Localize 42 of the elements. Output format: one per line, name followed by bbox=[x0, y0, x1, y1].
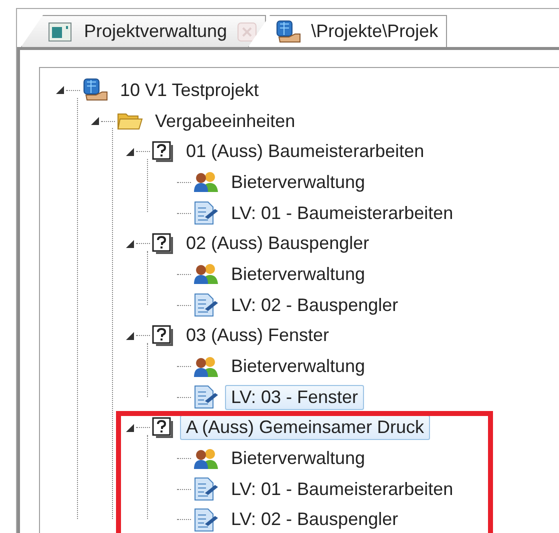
tree-item[interactable]: LV: 02 - Bauspengler bbox=[225, 292, 404, 318]
document-edit-icon bbox=[193, 385, 219, 410]
tree-item[interactable]: Bieterverwaltung bbox=[225, 262, 372, 287]
document-edit-icon bbox=[193, 201, 219, 226]
globe-hand-icon bbox=[275, 20, 302, 44]
collapse-arrow-icon[interactable] bbox=[91, 117, 99, 126]
tree-item[interactable]: A (Auss) Gemeinsamer Druck bbox=[180, 415, 430, 440]
tree-item[interactable]: 02 (Auss) Bauspengler bbox=[180, 231, 376, 256]
tab[interactable]: \Projekte\Projek bbox=[248, 15, 448, 47]
tree-item[interactable]: Bieterverwaltung bbox=[225, 446, 372, 472]
tab[interactable]: Projektverwaltung bbox=[21, 15, 266, 47]
collapse-arrow-icon[interactable] bbox=[126, 240, 134, 248]
collapse-arrow-icon[interactable] bbox=[126, 148, 134, 156]
tree-item[interactable]: LV: 01 - Baumeisterarbeiten bbox=[225, 200, 460, 226]
question-mark-icon bbox=[152, 324, 174, 347]
document-edit-icon bbox=[193, 477, 219, 502]
tree-item[interactable]: Bieterverwaltung bbox=[225, 354, 372, 380]
tree-item[interactable]: LV: 01 - Baumeisterarbeiten bbox=[225, 476, 460, 502]
document-edit-icon bbox=[193, 508, 219, 532]
tree-item[interactable]: LV: 03 - Fenster bbox=[225, 384, 364, 410]
tree-item[interactable]: Vergabeeinheiten bbox=[149, 108, 302, 134]
people-icon bbox=[193, 263, 219, 286]
document-edit-icon bbox=[193, 293, 219, 318]
tree-item[interactable]: 01 (Auss) Baumeisterarbeiten bbox=[180, 139, 430, 164]
people-icon bbox=[193, 171, 219, 194]
question-mark-icon bbox=[152, 416, 174, 439]
tab-label: \Projekte\Projek bbox=[311, 21, 438, 42]
collapse-arrow-icon[interactable] bbox=[56, 86, 64, 94]
folder-icon bbox=[117, 111, 143, 132]
tab-label: Projektverwaltung bbox=[84, 21, 228, 42]
question-mark-icon bbox=[152, 232, 174, 255]
people-icon bbox=[193, 448, 219, 470]
people-icon bbox=[193, 356, 219, 378]
tree-item[interactable]: 10 V1 Testprojekt bbox=[114, 78, 265, 103]
collapse-arrow-icon[interactable] bbox=[126, 332, 134, 340]
question-mark-icon bbox=[152, 140, 174, 163]
tree-item[interactable]: Bieterverwaltung bbox=[225, 170, 372, 195]
tree-item[interactable]: 03 (Auss) Fenster bbox=[180, 323, 336, 348]
monitor-icon bbox=[48, 20, 74, 42]
globe-hand-icon bbox=[82, 78, 108, 102]
collapse-arrow-icon[interactable] bbox=[126, 424, 134, 432]
tree-item[interactable]: LV: 02 - Bauspengler bbox=[225, 507, 404, 532]
